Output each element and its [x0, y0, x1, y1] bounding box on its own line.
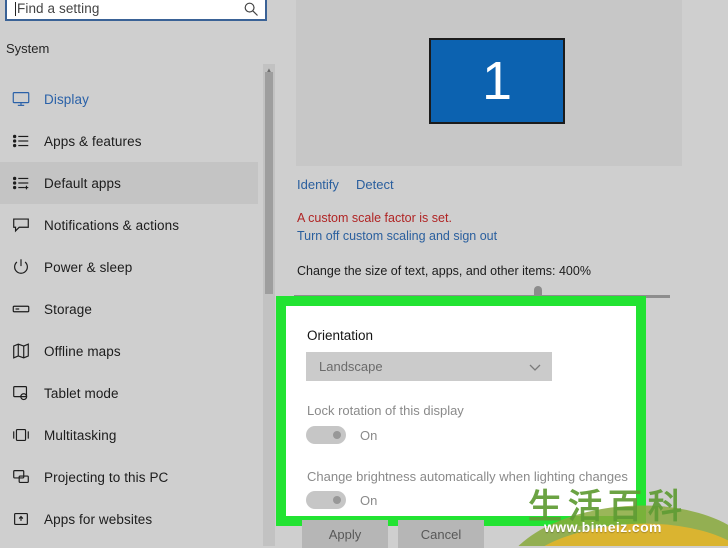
- sidebar-item-multitasking[interactable]: Multitasking: [0, 414, 258, 456]
- sidebar-item-label: Display: [44, 92, 89, 107]
- settings-sidebar: Find a setting System Display Apps & fea…: [0, 0, 276, 546]
- auto-brightness-state: On: [360, 493, 377, 508]
- orientation-highlight-box: Orientation Landscape Lock rotation of t…: [276, 296, 646, 526]
- sidebar-item-projecting[interactable]: Projecting to this PC: [0, 456, 258, 498]
- sidebar-scrollbar-thumb[interactable]: [265, 72, 273, 294]
- lock-rotation-label: Lock rotation of this display: [307, 403, 464, 418]
- apply-button[interactable]: Apply: [302, 520, 388, 548]
- lock-rotation-state: On: [360, 428, 377, 443]
- scale-size-label: Change the size of text, apps, and other…: [297, 264, 591, 278]
- sidebar-item-label: Projecting to this PC: [44, 470, 168, 485]
- sidebar-item-label: Apps for websites: [44, 512, 152, 527]
- sidebar-item-offline-maps[interactable]: Offline maps: [0, 330, 258, 372]
- list-plus-icon: [10, 172, 32, 194]
- sidebar-item-label: Apps & features: [44, 134, 142, 149]
- windows-icon: [10, 424, 32, 446]
- map-icon: [10, 340, 32, 362]
- monitor-arrangement-stage[interactable]: 1: [296, 0, 682, 166]
- sidebar-item-apps-features[interactable]: Apps & features: [0, 120, 258, 162]
- auto-brightness-toggle[interactable]: [306, 491, 346, 509]
- toggle-knob: [333, 496, 341, 504]
- sidebar-item-power-sleep[interactable]: Power & sleep: [0, 246, 258, 288]
- lock-rotation-toggle-row[interactable]: On: [306, 426, 377, 444]
- search-icon[interactable]: [243, 1, 259, 17]
- custom-scale-warning: A custom scale factor is set.: [297, 211, 452, 225]
- power-icon: [10, 256, 32, 278]
- sidebar-item-default-apps[interactable]: Default apps: [0, 162, 258, 204]
- search-input[interactable]: Find a setting: [5, 0, 267, 21]
- identify-link[interactable]: Identify: [297, 177, 339, 192]
- sidebar-item-label: Default apps: [44, 176, 121, 191]
- app-link-icon: [10, 508, 32, 530]
- orientation-selected-value: Landscape: [319, 359, 528, 374]
- text-caret: [15, 2, 16, 16]
- lock-rotation-toggle[interactable]: [306, 426, 346, 444]
- sidebar-item-label: Power & sleep: [44, 260, 132, 275]
- sidebar-item-label: Storage: [44, 302, 92, 317]
- sidebar-item-display[interactable]: Display: [0, 78, 258, 120]
- sidebar-item-storage[interactable]: Storage: [0, 288, 258, 330]
- drive-icon: [10, 298, 32, 320]
- monitor-number-label: 1: [482, 54, 512, 108]
- auto-brightness-label: Change brightness automatically when lig…: [307, 469, 628, 484]
- sidebar-item-tablet-mode[interactable]: Tablet mode: [0, 372, 258, 414]
- orientation-dropdown[interactable]: Landscape: [306, 352, 552, 381]
- auto-brightness-toggle-row[interactable]: On: [306, 491, 377, 509]
- orientation-card: Orientation Landscape Lock rotation of t…: [286, 306, 636, 516]
- toggle-knob: [333, 431, 341, 439]
- tablet-icon: [10, 382, 32, 404]
- chevron-down-icon: [528, 360, 542, 374]
- sidebar-item-label: Multitasking: [44, 428, 116, 443]
- search-placeholder: Find a setting: [17, 1, 243, 16]
- turn-off-custom-scaling-link[interactable]: Turn off custom scaling and sign out: [297, 229, 497, 243]
- sidebar-item-apps-for-websites[interactable]: Apps for websites: [0, 498, 258, 540]
- sidebar-item-label: Offline maps: [44, 344, 121, 359]
- monitor-icon: [10, 88, 32, 110]
- list-icon: [10, 130, 32, 152]
- sidebar-item-label: Tablet mode: [44, 386, 119, 401]
- monitor-preview-1[interactable]: 1: [429, 38, 565, 124]
- dialog-footer: Apply Cancel: [276, 526, 728, 546]
- detect-link[interactable]: Detect: [356, 177, 394, 192]
- orientation-title: Orientation: [307, 328, 373, 343]
- cancel-button[interactable]: Cancel: [398, 520, 484, 548]
- project-icon: [10, 466, 32, 488]
- sidebar-item-label: Notifications & actions: [44, 218, 179, 233]
- sidebar-item-notifications[interactable]: Notifications & actions: [0, 204, 258, 246]
- sidebar-section-title: System: [6, 41, 49, 56]
- chat-icon: [10, 214, 32, 236]
